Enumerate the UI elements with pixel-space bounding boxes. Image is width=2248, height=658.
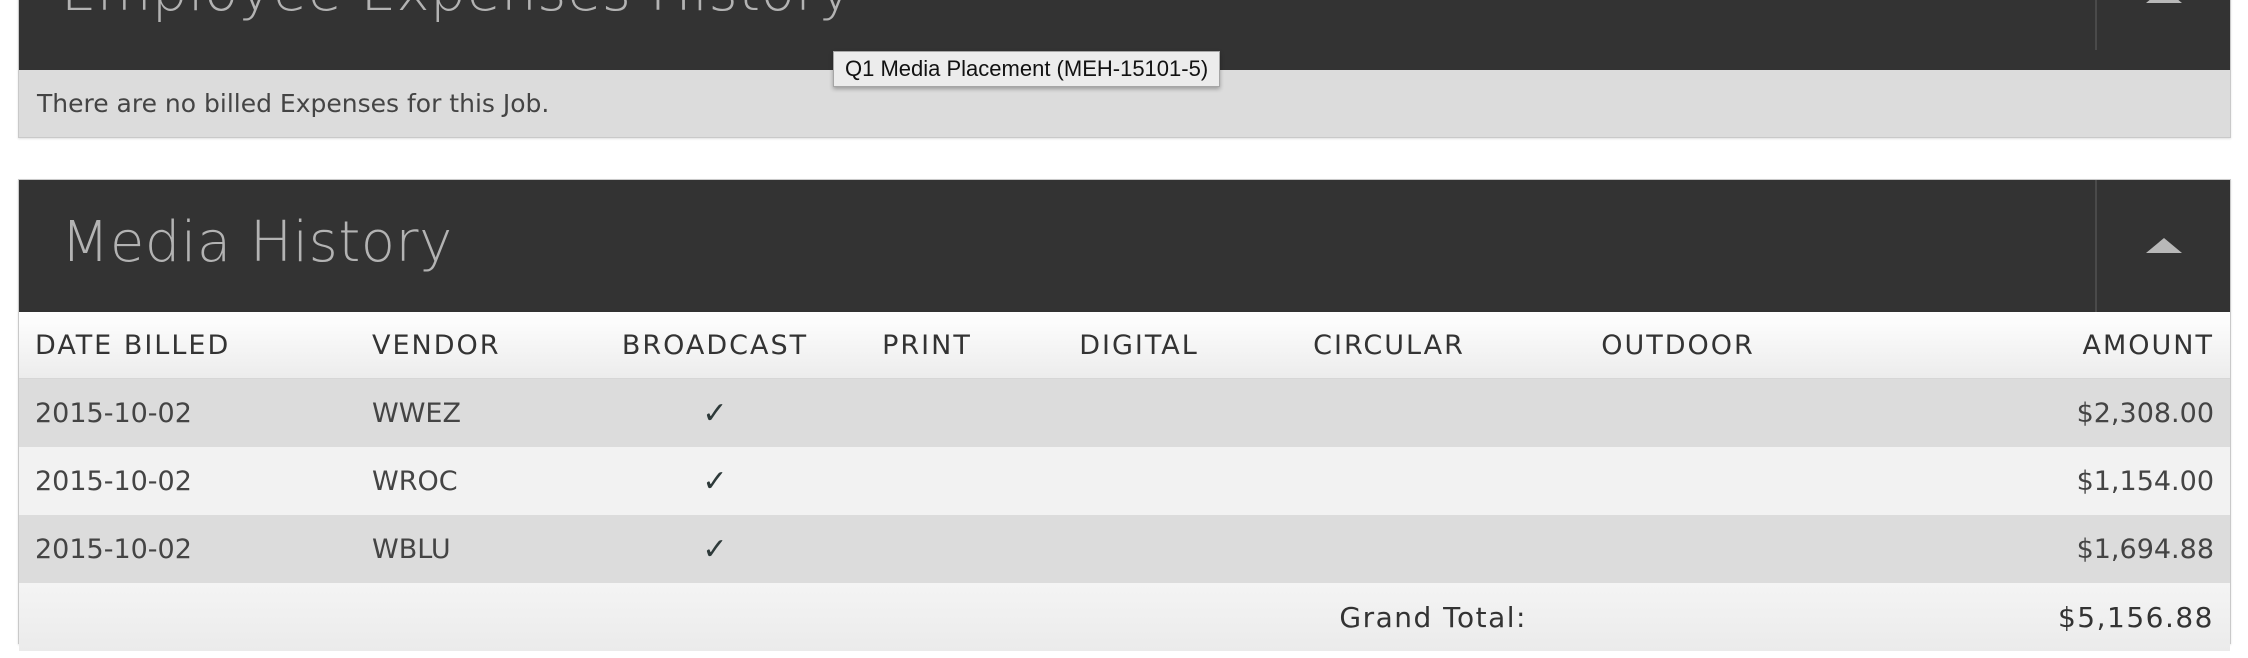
cell-date-billed: 2015-10-02	[19, 447, 371, 515]
cell-amount: $1,154.00	[1823, 447, 2230, 515]
cell-outdoor	[1533, 515, 1823, 583]
cell-circular	[1245, 447, 1533, 515]
grand-total-spacer	[1533, 583, 1823, 651]
column-header-digital[interactable]: DIGITAL	[1033, 312, 1245, 379]
media-history-collapse-button[interactable]	[2095, 180, 2230, 312]
column-header-date-billed[interactable]: DATE BILLED	[19, 312, 371, 379]
cell-print	[821, 447, 1033, 515]
media-history-table: DATE BILLED VENDOR BROADCAST PRINT DIGIT…	[19, 312, 2230, 651]
table-row[interactable]: 2015-10-02 WROC ✓ $1,154.00	[19, 447, 2230, 515]
employee-expenses-collapse-button[interactable]	[2095, 0, 2230, 50]
checkmark-icon: ✓	[702, 531, 728, 567]
cell-digital	[1033, 515, 1245, 583]
cell-broadcast: ✓	[609, 378, 821, 447]
media-history-panel: Media History DATE BILLED VENDOR BROADCA…	[18, 179, 2231, 651]
cell-vendor: WBLU	[371, 515, 609, 583]
cell-broadcast: ✓	[609, 447, 821, 515]
employee-expenses-title: Employee Expenses History	[61, 0, 853, 24]
table-header-row: DATE BILLED VENDOR BROADCAST PRINT DIGIT…	[19, 312, 2230, 379]
job-tooltip: Q1 Media Placement (MEH-15101-5)	[833, 51, 1221, 87]
cell-vendor: WROC	[371, 447, 609, 515]
column-header-broadcast[interactable]: BROADCAST	[609, 312, 821, 379]
cell-circular	[1245, 515, 1533, 583]
cell-digital	[1033, 378, 1245, 447]
grand-total-label: Grand Total:	[19, 583, 1533, 651]
cell-amount: $1,694.88	[1823, 515, 2230, 583]
cell-print	[821, 515, 1033, 583]
cell-broadcast: ✓	[609, 515, 821, 583]
checkmark-icon: ✓	[702, 395, 728, 431]
cell-outdoor	[1533, 378, 1823, 447]
chevron-up-icon	[2145, 0, 2182, 3]
grand-total-row: Grand Total: $5,156.88	[19, 583, 2230, 651]
table-row[interactable]: 2015-10-02 WWEZ ✓ $2,308.00	[19, 378, 2230, 447]
cell-circular	[1245, 378, 1533, 447]
cell-date-billed: 2015-10-02	[19, 378, 371, 447]
cell-vendor: WWEZ	[371, 378, 609, 447]
column-header-amount[interactable]: AMOUNT	[1823, 312, 2230, 379]
column-header-outdoor[interactable]: OUTDOOR	[1533, 312, 1823, 379]
cell-date-billed: 2015-10-02	[19, 515, 371, 583]
grand-total-value: $5,156.88	[1823, 583, 2230, 651]
checkmark-icon: ✓	[702, 463, 728, 499]
column-header-circular[interactable]: CIRCULAR	[1245, 312, 1533, 379]
column-header-print[interactable]: PRINT	[821, 312, 1033, 379]
media-history-title: Media History	[61, 210, 453, 275]
column-header-vendor[interactable]: VENDOR	[371, 312, 609, 379]
table-row[interactable]: 2015-10-02 WBLU ✓ $1,694.88	[19, 515, 2230, 583]
cell-amount: $2,308.00	[1823, 378, 2230, 447]
media-history-header: Media History	[19, 180, 2230, 312]
cell-print	[821, 378, 1033, 447]
cell-outdoor	[1533, 447, 1823, 515]
chevron-up-icon	[2145, 238, 2182, 253]
cell-digital	[1033, 447, 1245, 515]
